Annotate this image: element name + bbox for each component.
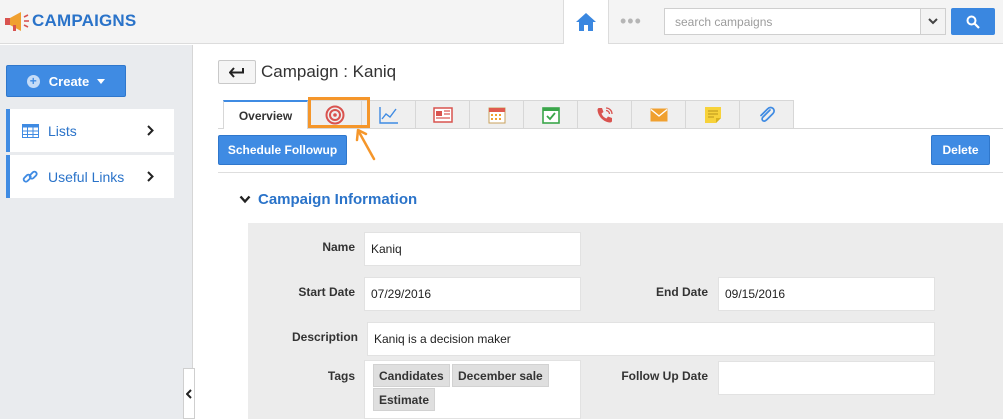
tab-email[interactable] bbox=[632, 100, 686, 129]
home-button[interactable] bbox=[563, 0, 609, 44]
name-value: Kaniq bbox=[371, 242, 402, 256]
task-check-icon bbox=[541, 106, 560, 124]
tab-tasks[interactable] bbox=[524, 100, 578, 129]
chevron-right-icon bbox=[147, 125, 154, 136]
top-bar: CAMPAIGNS ••• bbox=[0, 0, 1003, 44]
tab-overview-label: Overview bbox=[238, 108, 293, 123]
tab-attachments[interactable] bbox=[740, 100, 794, 129]
tag-chip[interactable]: Estimate bbox=[373, 388, 436, 411]
pointer-arrow-icon bbox=[355, 128, 376, 161]
create-label: Create bbox=[48, 73, 90, 89]
description-value: Kaniq is a decision maker bbox=[374, 332, 511, 346]
home-icon bbox=[576, 13, 596, 31]
phone-icon bbox=[597, 106, 613, 122]
search-icon bbox=[966, 15, 980, 29]
follow-up-date-label: Follow Up Date bbox=[621, 369, 708, 383]
paperclip-icon bbox=[759, 106, 775, 122]
end-date-field[interactable]: 09/15/2016 bbox=[718, 277, 935, 311]
tab-overview[interactable]: Overview bbox=[223, 100, 308, 129]
start-date-label: Start Date bbox=[298, 285, 355, 299]
tags-field[interactable]: Candidates December sale Estimate bbox=[364, 360, 581, 419]
chevron-down-icon bbox=[928, 18, 938, 25]
section-header[interactable]: Campaign Information bbox=[238, 191, 417, 208]
tags-label: Tags bbox=[327, 369, 355, 383]
app-title: CAMPAIGNS bbox=[32, 11, 137, 30]
chevron-right-icon bbox=[147, 171, 154, 182]
chevron-down-icon bbox=[239, 195, 251, 204]
description-field[interactable]: Kaniq is a decision maker bbox=[367, 322, 935, 356]
table-icon bbox=[22, 123, 42, 138]
tag-chip[interactable]: December sale bbox=[452, 364, 549, 387]
tab-analytics[interactable] bbox=[362, 100, 416, 129]
end-date-label: End Date bbox=[655, 285, 708, 299]
tab-calls[interactable] bbox=[578, 100, 632, 129]
more-dots-icon[interactable]: ••• bbox=[620, 12, 642, 30]
tab-articles[interactable] bbox=[416, 100, 470, 129]
tab-highlight-box bbox=[308, 97, 370, 128]
back-arrow-icon bbox=[229, 66, 244, 78]
delete-button[interactable]: Delete bbox=[931, 135, 990, 165]
tab-calendar[interactable] bbox=[470, 100, 524, 129]
follow-up-date-field[interactable] bbox=[718, 361, 935, 395]
sidebar-item-label: Useful Links bbox=[48, 168, 125, 185]
name-field[interactable]: Kaniq bbox=[364, 232, 581, 266]
plus-icon: + bbox=[26, 74, 40, 88]
schedule-followup-button[interactable]: Schedule Followup bbox=[218, 135, 347, 165]
search-dropdown-button[interactable] bbox=[920, 9, 945, 34]
mail-icon bbox=[650, 108, 667, 121]
start-date-field[interactable]: 07/29/2016 bbox=[364, 277, 581, 311]
sidebar-item-lists[interactable]: Lists bbox=[6, 109, 174, 152]
tag-chip[interactable]: Candidates bbox=[373, 364, 450, 387]
newspaper-icon bbox=[432, 106, 453, 123]
back-button[interactable] bbox=[218, 60, 256, 84]
megaphone-icon bbox=[5, 12, 29, 31]
chevron-left-icon bbox=[186, 388, 192, 399]
end-date-value: 09/15/2016 bbox=[725, 287, 786, 301]
line-chart-icon bbox=[378, 106, 398, 124]
link-icon bbox=[22, 169, 42, 185]
create-button[interactable]: + Create bbox=[6, 65, 126, 97]
section-title: Campaign Information bbox=[258, 191, 418, 208]
caret-down-icon bbox=[97, 78, 106, 84]
start-date-value: 07/29/2016 bbox=[371, 287, 432, 301]
page-title: Campaign : Kaniq bbox=[261, 62, 397, 81]
search-input[interactable] bbox=[665, 9, 920, 34]
description-label: Description bbox=[291, 330, 358, 344]
calendar-icon bbox=[488, 107, 505, 123]
search-button[interactable] bbox=[951, 8, 995, 35]
divider bbox=[218, 172, 1003, 173]
sidebar: + Create Lists Useful Links bbox=[0, 45, 193, 419]
brand[interactable]: CAMPAIGNS bbox=[4, 8, 136, 34]
campaign-info-panel: Name Kaniq Start Date 07/29/2016 End Dat… bbox=[248, 223, 1003, 419]
name-label: Name bbox=[322, 240, 355, 254]
search-box bbox=[664, 8, 946, 35]
sidebar-item-useful-links[interactable]: Useful Links bbox=[6, 155, 174, 198]
sidebar-item-label: Lists bbox=[48, 122, 77, 139]
tab-notes[interactable] bbox=[686, 100, 740, 129]
note-icon bbox=[704, 106, 721, 123]
sidebar-collapse-button[interactable] bbox=[183, 368, 195, 419]
